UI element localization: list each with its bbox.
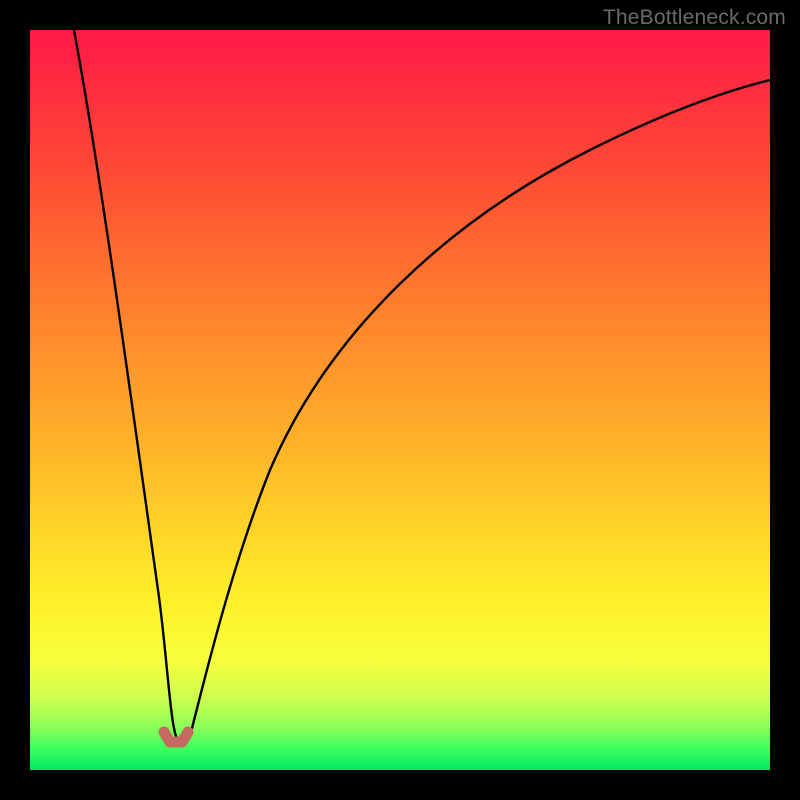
bottleneck-curve bbox=[30, 30, 770, 770]
watermark-text: TheBottleneck.com bbox=[603, 6, 786, 30]
chart-frame bbox=[30, 30, 770, 770]
bottleneck-curve-path bbox=[74, 30, 770, 744]
